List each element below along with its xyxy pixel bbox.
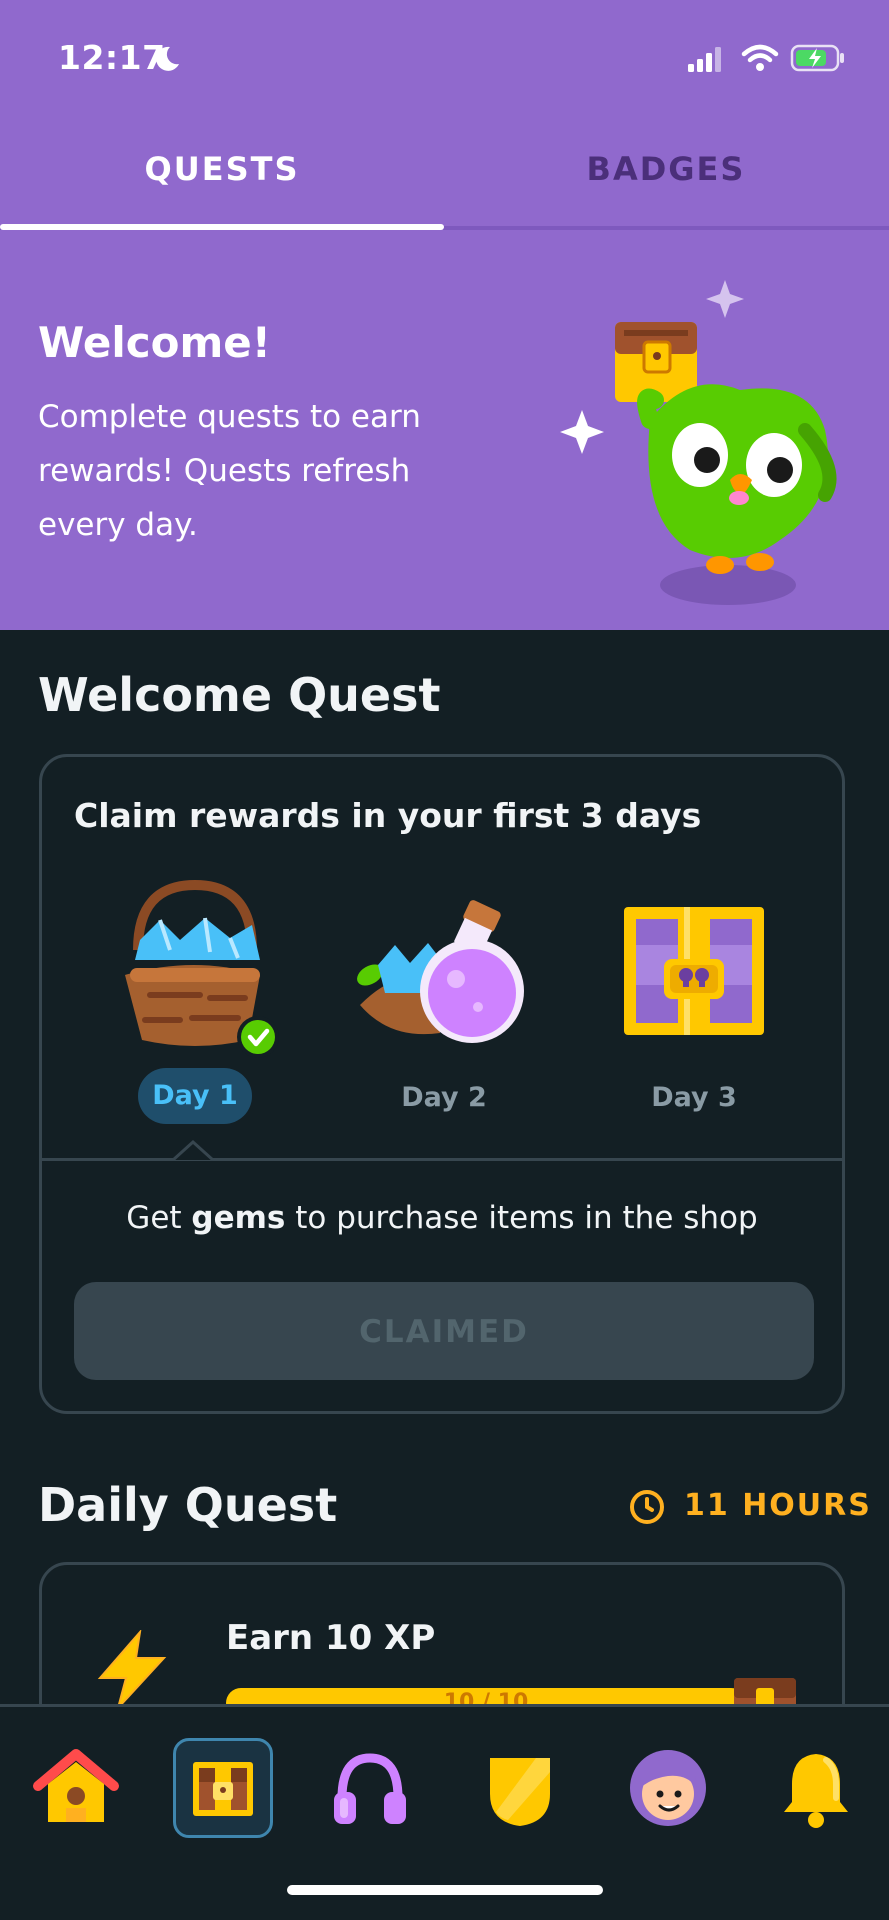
home-icon[interactable] (26, 1738, 126, 1838)
shield-icon[interactable] (470, 1738, 570, 1838)
welcome-quest-description: Get gems to purchase items in the shop (42, 1200, 842, 1236)
desc-highlight: gems (191, 1200, 286, 1236)
home-indicator[interactable] (287, 1885, 603, 1895)
card-divider (42, 1158, 842, 1161)
gems-potion-icon (357, 900, 524, 1043)
desc-suffix: to purchase items in the shop (285, 1200, 758, 1236)
tab-badges[interactable]: BADGES (444, 150, 888, 188)
clock-icon (630, 1490, 664, 1524)
welcome-title: Welcome! (38, 318, 271, 367)
moon-icon (156, 46, 179, 71)
lightning-bolt-icon (97, 1630, 167, 1709)
day-1-badge: Day 1 (138, 1068, 252, 1124)
tab-quests[interactable]: QUESTS (0, 150, 444, 188)
wifi-icon (741, 44, 779, 71)
quests-screen: 12:17 QUESTS BADGES Welcome! Complete qu… (0, 0, 889, 1920)
signal-icon (688, 47, 721, 72)
claimed-button[interactable]: CLAIMED (74, 1282, 814, 1380)
tab-bar: QUESTS BADGES (0, 110, 889, 230)
battery-icon (790, 44, 844, 72)
headphones-icon[interactable] (320, 1738, 420, 1838)
desc-prefix: Get (126, 1200, 192, 1236)
daily-quest-task: Earn 10 XP (226, 1618, 436, 1658)
welcome-text: Complete quests to earn rewards! Quests … (38, 399, 421, 543)
treasure-chest-icon (624, 907, 764, 1035)
day-3-label: Day 3 (651, 1082, 737, 1113)
time-remaining: 11 HOURS (684, 1488, 872, 1523)
owl-mascot-illustration (560, 280, 837, 605)
bell-icon[interactable] (766, 1738, 866, 1838)
welcome-quest-subtitle: Claim rewards in your first 3 days (74, 796, 702, 835)
treasure-chest-nav-icon[interactable] (173, 1738, 273, 1838)
status-time: 12:17 (58, 38, 166, 77)
gem-basket-icon (125, 880, 279, 1058)
tab-active-indicator (0, 224, 444, 230)
day-2-label: Day 2 (401, 1082, 487, 1113)
daily-quest-heading: Daily Quest (38, 1478, 338, 1532)
avatar-icon[interactable] (618, 1738, 718, 1838)
selected-day-pointer (173, 1139, 213, 1162)
welcome-quest-heading: Welcome Quest (38, 668, 441, 722)
status-bar: 12:17 (0, 0, 889, 110)
